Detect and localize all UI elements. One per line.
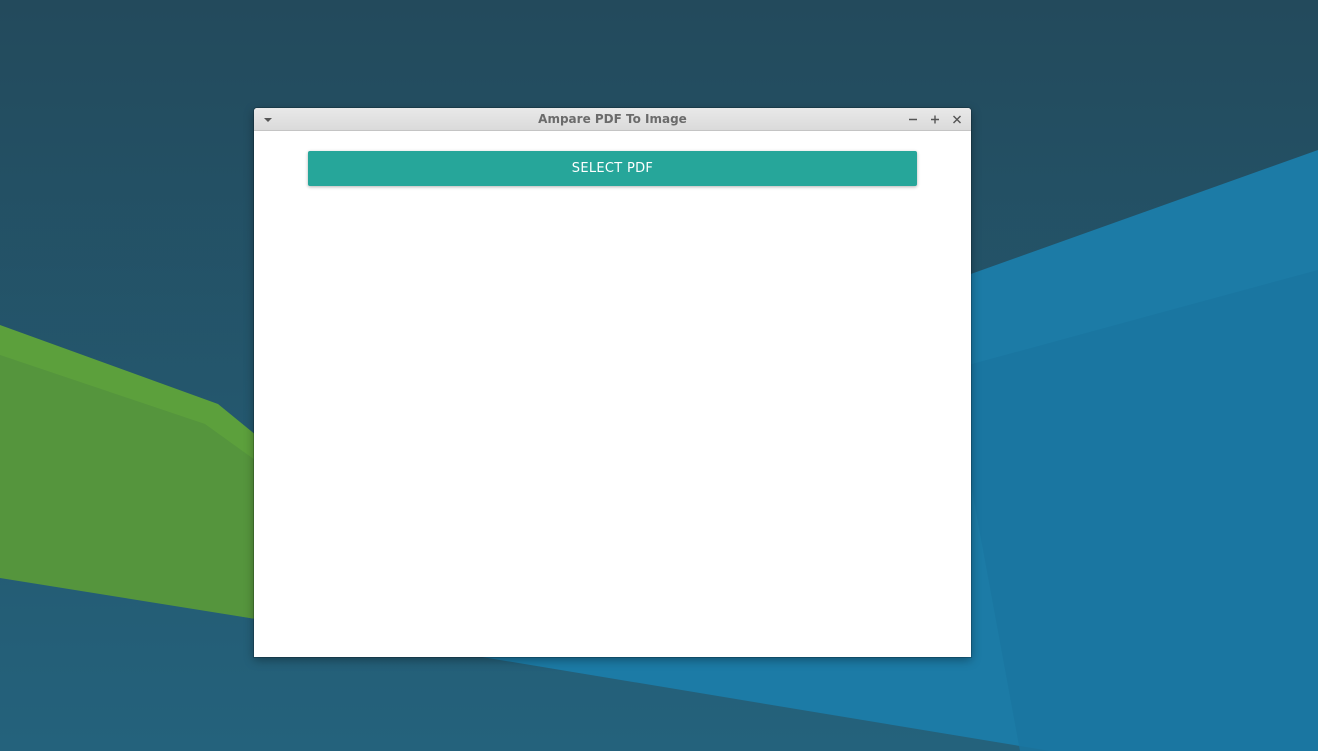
titlebar[interactable]: Ampare PDF To Image <box>254 108 971 131</box>
app-window: Ampare PDF To Image SELECT PDF <box>254 108 971 657</box>
chevron-down-icon[interactable] <box>260 112 276 127</box>
select-pdf-button[interactable]: SELECT PDF <box>308 151 917 186</box>
window-title: Ampare PDF To Image <box>538 112 687 126</box>
window-content: SELECT PDF <box>254 131 971 657</box>
close-icon[interactable] <box>949 112 965 127</box>
maximize-icon[interactable] <box>927 112 943 127</box>
desktop: Ampare PDF To Image SELECT PDF <box>0 0 1318 751</box>
minimize-icon[interactable] <box>905 112 921 127</box>
